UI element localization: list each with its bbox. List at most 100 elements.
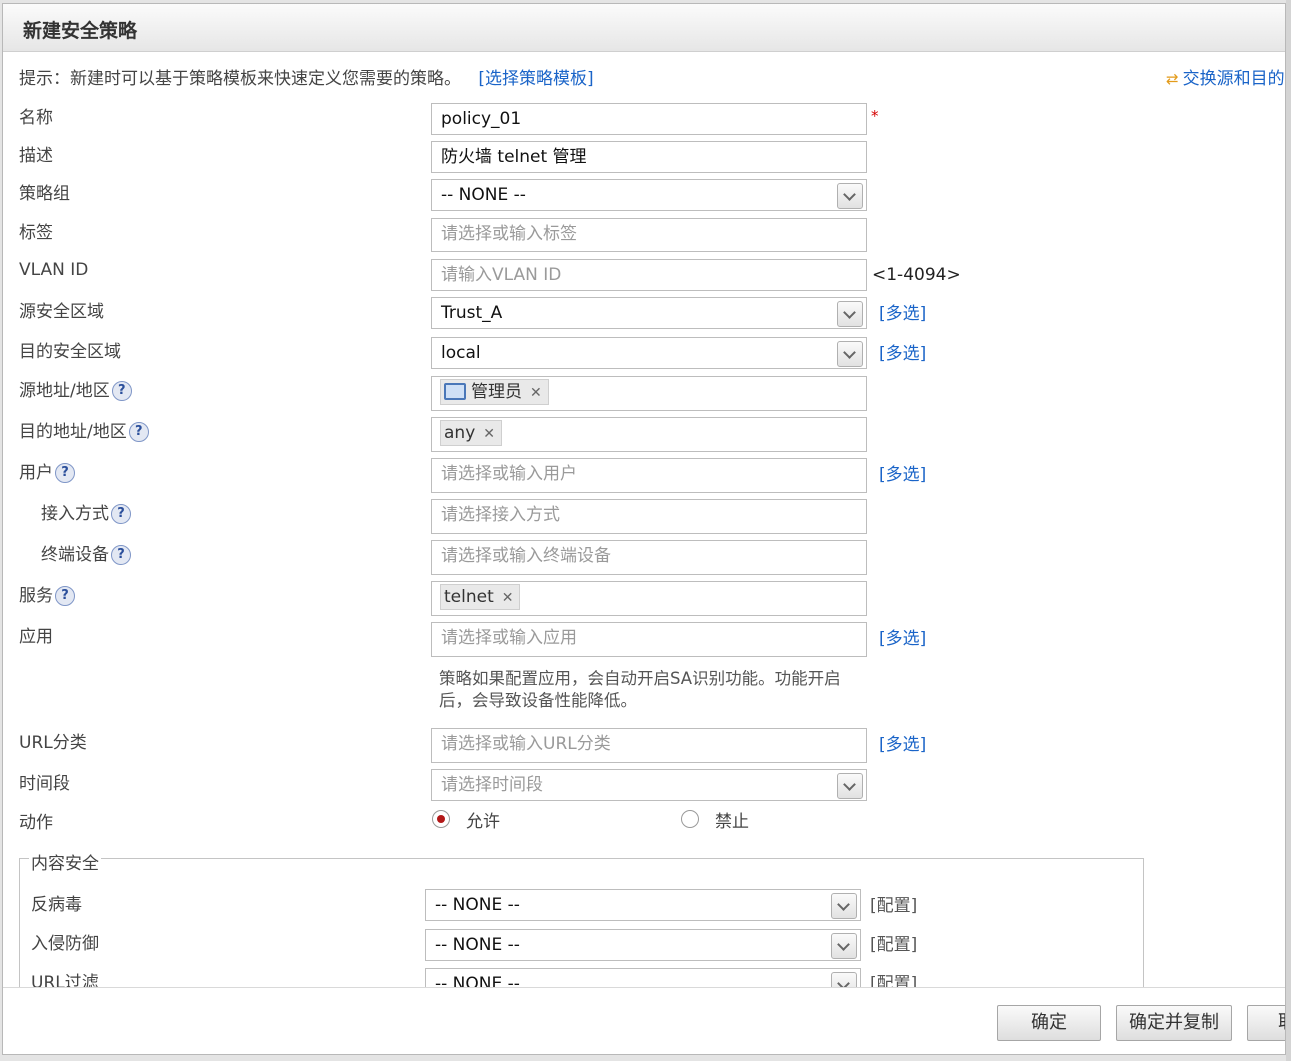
dst-addr-label: 目的地址/地区?	[19, 417, 149, 442]
help-icon[interactable]: ?	[111, 545, 131, 565]
src-zone-value: Trust_A	[441, 303, 503, 323]
antivirus-select[interactable]: -- NONE --	[425, 889, 861, 921]
time-range-value: 请选择时间段	[441, 775, 543, 795]
application-note-line1: 策略如果配置应用，会自动开启SA识别功能。功能开启	[439, 669, 841, 688]
name-input[interactable]: policy_01	[431, 103, 867, 135]
name-label: 名称	[19, 108, 53, 128]
application-note-line2: 后，会导致设备性能降低。	[439, 691, 637, 710]
url-filter-label: URL过滤	[31, 973, 99, 987]
select-template-link[interactable]: [选择策略模板]	[478, 69, 593, 89]
ips-config-link[interactable]: [配置]	[870, 930, 917, 955]
permit-label[interactable]: 允许	[466, 807, 500, 832]
tag-input[interactable]: 请选择或输入标签	[431, 218, 867, 252]
src-zone-label: 源安全区域	[19, 302, 104, 322]
time-range-select[interactable]: 请选择时间段	[431, 769, 867, 801]
src-addr-label: 源地址/地区?	[19, 376, 132, 401]
ok-button[interactable]: 确定	[997, 1005, 1101, 1041]
deny-label[interactable]: 禁止	[715, 807, 749, 832]
help-icon[interactable]: ?	[111, 381, 132, 401]
antivirus-value: -- NONE --	[435, 895, 520, 915]
dst-zone-select[interactable]: local	[431, 337, 867, 369]
chevron-down-icon[interactable]	[837, 341, 863, 367]
dst-addr-tag: any ✕	[440, 420, 502, 446]
terminal-label: 终端设备?	[41, 540, 131, 565]
src-addr-tag-label: 管理员	[471, 382, 522, 402]
dst-zone-value: local	[441, 343, 481, 363]
description-input[interactable]: 防火墙 telnet 管理	[431, 141, 867, 173]
access-input[interactable]: 请选择接入方式	[431, 499, 867, 534]
chevron-down-icon[interactable]	[831, 893, 857, 919]
dst-addr-label-text: 目的地址/地区	[19, 422, 127, 442]
action-label: 动作	[19, 813, 53, 833]
user-multi-link[interactable]: [多选]	[879, 460, 926, 485]
vlan-label: VLAN ID	[19, 260, 89, 280]
application-input[interactable]: 请选择或输入应用	[431, 622, 867, 657]
help-icon[interactable]: ?	[111, 504, 131, 524]
url-category-input[interactable]: 请选择或输入URL分类	[431, 728, 867, 763]
dst-addr-tag-label: any	[444, 423, 476, 443]
url-filter-value: -- NONE --	[435, 974, 520, 987]
application-label: 应用	[19, 627, 53, 647]
user-input[interactable]: 请选择或输入用户	[431, 458, 867, 493]
application-note: 策略如果配置应用，会自动开启SA识别功能。功能开启 后，会导致设备性能降低。	[439, 668, 889, 712]
dst-zone-multi-link[interactable]: [多选]	[879, 339, 926, 364]
dialog-title: 新建安全策略	[23, 20, 138, 42]
ok-and-copy-button[interactable]: 确定并复制	[1116, 1005, 1232, 1041]
ips-select[interactable]: -- NONE --	[425, 929, 861, 961]
chevron-down-icon[interactable]	[831, 933, 857, 959]
access-label: 接入方式?	[41, 499, 131, 524]
service-label: 服务?	[19, 581, 75, 606]
access-label-text: 接入方式	[41, 504, 109, 524]
swap-src-dst-link[interactable]: ⇄ 交换源和目的	[1166, 64, 1285, 89]
src-addr-input[interactable]: 管理员 ✕	[431, 376, 867, 411]
help-icon[interactable]: ?	[128, 422, 149, 442]
user-label-text: 用户	[19, 463, 53, 483]
url-filter-config-link[interactable]: [配置]	[870, 969, 917, 987]
close-icon[interactable]: ✕	[502, 590, 514, 606]
antivirus-config-link[interactable]: [配置]	[870, 891, 917, 916]
service-label-text: 服务	[19, 586, 53, 606]
src-zone-multi-link[interactable]: [多选]	[879, 299, 926, 324]
permit-radio[interactable]	[432, 810, 450, 828]
application-multi-link[interactable]: [多选]	[879, 624, 926, 649]
url-category-multi-link[interactable]: [多选]	[879, 730, 926, 755]
chevron-down-icon[interactable]	[831, 972, 857, 987]
required-mark: *	[871, 107, 879, 125]
service-tag: telnet ✕	[440, 584, 521, 610]
close-icon[interactable]: ✕	[530, 385, 542, 401]
dst-addr-input[interactable]: any ✕	[431, 417, 867, 452]
tag-label: 标签	[19, 223, 53, 243]
chevron-down-icon[interactable]	[837, 183, 863, 209]
src-addr-tag: 管理员 ✕	[440, 379, 549, 405]
dst-zone-label: 目的安全区域	[19, 342, 121, 362]
vlan-range: <1-4094>	[872, 265, 961, 285]
vlan-input[interactable]: 请输入VLAN ID	[431, 259, 867, 291]
terminal-input[interactable]: 请选择或输入终端设备	[431, 540, 867, 575]
policy-group-select[interactable]: -- NONE --	[431, 179, 867, 211]
dialog-footer: 确定 确定并复制 取消	[3, 987, 1285, 1054]
ips-value: -- NONE --	[435, 935, 520, 955]
close-icon[interactable]: ✕	[483, 426, 495, 442]
swap-arrows-icon: ⇄	[1166, 70, 1179, 88]
policy-group-label: 策略组	[19, 184, 70, 204]
chevron-down-icon[interactable]	[837, 773, 863, 799]
antivirus-label: 反病毒	[31, 895, 82, 915]
help-icon[interactable]: ?	[55, 463, 75, 483]
service-tag-label: telnet	[444, 587, 494, 607]
help-icon[interactable]: ?	[55, 586, 75, 606]
src-addr-label-text: 源地址/地区	[19, 381, 110, 401]
dialog-titlebar[interactable]: 新建安全策略	[3, 4, 1285, 52]
deny-radio[interactable]	[681, 810, 699, 828]
chevron-down-icon[interactable]	[837, 301, 863, 327]
cancel-button[interactable]: 取消	[1247, 1005, 1285, 1041]
new-security-policy-dialog: 新建安全策略 提示：新建时可以基于策略模板来快速定义您需要的策略。 [选择策略模…	[2, 3, 1286, 1055]
window-scrollbar[interactable]	[1286, 0, 1291, 1061]
url-filter-select[interactable]: -- NONE --	[425, 968, 861, 987]
description-label: 描述	[19, 146, 53, 166]
hint-text: 提示：新建时可以基于策略模板来快速定义您需要的策略。	[19, 69, 461, 89]
user-label: 用户?	[19, 458, 75, 483]
src-zone-select[interactable]: Trust_A	[431, 297, 867, 329]
url-category-label: URL分类	[19, 733, 87, 753]
service-input[interactable]: telnet ✕	[431, 581, 867, 616]
terminal-label-text: 终端设备	[41, 545, 109, 565]
